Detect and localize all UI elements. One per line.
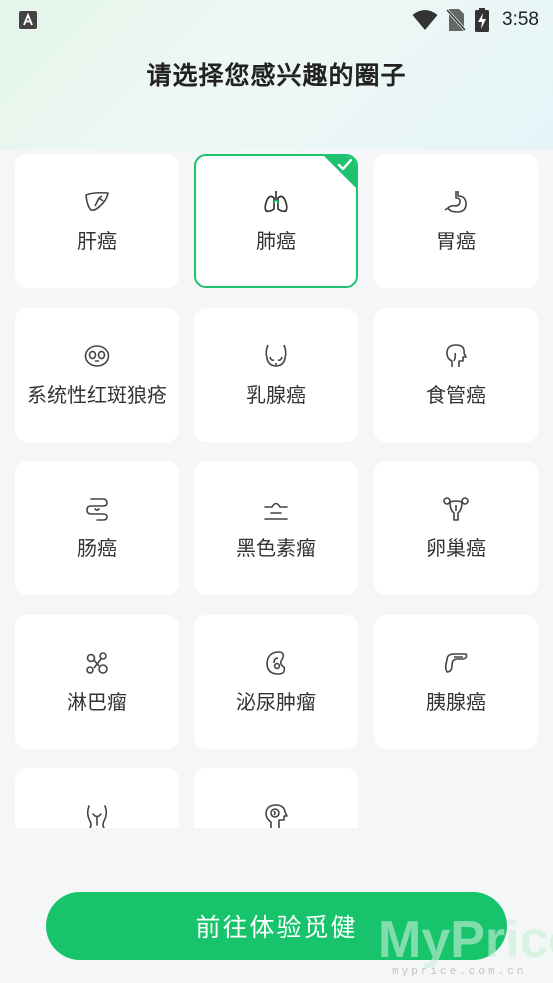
liver-icon <box>85 191 109 211</box>
circle-label: 黑色素瘤 <box>236 536 316 560</box>
circle-card-lymphoma[interactable]: 淋巴瘤 <box>15 615 179 749</box>
page-title: 请选择您感兴趣的圈子 <box>146 61 407 90</box>
checkmark-icon <box>337 158 353 171</box>
lungs-icon <box>264 191 288 213</box>
circle-label: 肺癌 <box>256 229 296 253</box>
battery-charging-icon <box>475 8 490 32</box>
wifi-icon <box>412 10 438 30</box>
stomach-icon <box>444 191 467 213</box>
pancreas-icon <box>444 653 468 673</box>
head-throat-icon <box>446 344 467 367</box>
lymph-node-icon <box>86 652 108 674</box>
app-notification-icon <box>19 11 37 29</box>
status-bar: 3:58 <box>0 0 553 40</box>
circle-card-liver-cancer[interactable]: 肝癌 <box>15 154 179 288</box>
circle-card-breast-cancer[interactable]: 乳腺癌 <box>194 308 358 442</box>
circle-label: 淋巴瘤 <box>67 690 127 714</box>
circle-grid: 肝癌 肺癌 胃癌 系统性红斑狼疮 乳腺癌 食管癌 肠癌 黑色素瘤 卵巢癌 淋巴瘤… <box>0 150 553 828</box>
face-mask-icon <box>84 345 110 367</box>
circle-card-pancreatic-cancer[interactable]: 胰腺癌 <box>374 615 538 749</box>
circle-label: 食管癌 <box>426 383 486 407</box>
circle-label: 乳腺癌 <box>246 383 306 407</box>
circle-label: 胃癌 <box>436 229 476 253</box>
kidney-icon <box>266 651 286 675</box>
circle-card-esophageal-cancer[interactable]: 食管癌 <box>374 308 538 442</box>
uterus-icon <box>443 497 469 521</box>
intestine-icon <box>86 498 108 521</box>
circle-card-lupus[interactable]: 系统性红斑狼疮 <box>15 308 179 442</box>
circle-label: 系统性红斑狼疮 <box>27 383 167 407</box>
go-experience-button[interactable]: 前往体验觅健 <box>46 892 507 960</box>
circle-card-pelvis[interactable] <box>15 768 179 828</box>
circle-label: 肠癌 <box>77 536 117 560</box>
circle-card-lung-cancer[interactable]: 肺癌 <box>194 154 358 288</box>
circle-card-ovarian-cancer[interactable]: 卵巢癌 <box>374 461 538 595</box>
circle-card-urologic-cancer[interactable]: 泌尿肿瘤 <box>194 615 358 749</box>
circle-card-melanoma[interactable]: 黑色素瘤 <box>194 461 358 595</box>
skin-mole-icon <box>264 502 288 520</box>
circle-label: 泌尿肿瘤 <box>236 690 316 714</box>
circle-card-stomach-cancer[interactable]: 胃癌 <box>374 154 538 288</box>
brain-head-icon <box>265 804 288 828</box>
circle-label: 卵巢癌 <box>426 536 486 560</box>
circle-label: 胰腺癌 <box>426 690 486 714</box>
circle-label: 肝癌 <box>77 229 117 253</box>
circle-card-brain[interactable] <box>194 768 358 828</box>
status-time: 3:58 <box>502 9 539 30</box>
no-sim-icon <box>446 8 467 32</box>
pelvis-icon <box>86 805 108 828</box>
breast-icon <box>265 344 287 367</box>
watermark-domain: myprice.com.cn <box>392 966 527 978</box>
circle-card-colorectal-cancer[interactable]: 肠癌 <box>15 461 179 595</box>
